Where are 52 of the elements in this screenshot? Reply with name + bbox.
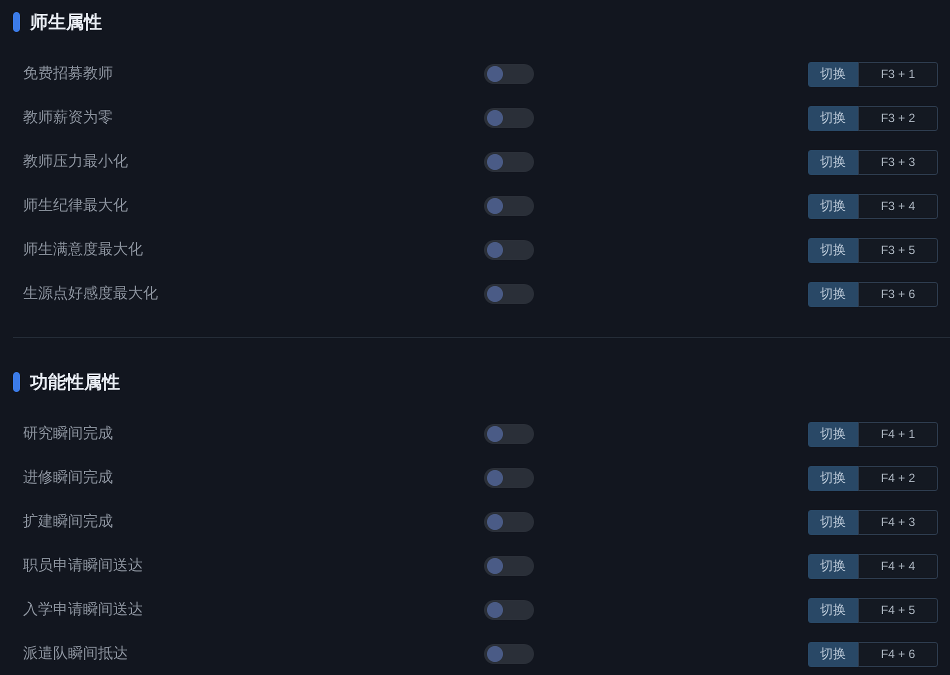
hotkey-label: F4 + 2 — [858, 466, 938, 490]
hotkey-label: F3 + 2 — [858, 106, 938, 130]
switch-button[interactable]: 切换 — [808, 62, 858, 86]
hotkey-label: F3 + 4 — [858, 194, 938, 218]
hotkey-label: F3 + 1 — [858, 62, 938, 86]
switch-button[interactable]: 切换 — [808, 282, 858, 306]
switch-button[interactable]: 切换 — [808, 642, 858, 666]
option-label: 师生纪律最大化 — [22, 196, 129, 216]
option-label: 进修瞬间完成 — [22, 468, 114, 488]
hotkey-label: F4 + 4 — [858, 554, 938, 578]
toggle-switch[interactable] — [484, 556, 534, 576]
toggle-switch[interactable] — [484, 108, 534, 128]
switch-button[interactable]: 切换 — [808, 466, 858, 490]
switch-button[interactable]: 切换 — [808, 194, 858, 218]
switch-button[interactable]: 切换 — [808, 106, 858, 130]
switch-button[interactable]: 切换 — [808, 238, 858, 262]
section-marker — [13, 372, 20, 392]
option-label: 免费招募教师 — [22, 64, 114, 84]
toggle-switch[interactable] — [484, 600, 534, 620]
switch-button[interactable]: 切换 — [808, 510, 858, 534]
option-label: 职员申请瞬间送达 — [22, 556, 144, 576]
section-title: 功能性属性 — [30, 370, 120, 394]
option-label: 生源点好感度最大化 — [22, 284, 159, 304]
option-label: 研究瞬间完成 — [22, 424, 114, 444]
switch-button[interactable]: 切换 — [808, 554, 858, 578]
switch-button[interactable]: 切换 — [808, 422, 858, 446]
section-marker — [13, 12, 20, 32]
section-title: 师生属性 — [30, 10, 102, 34]
option-label: 教师薪资为零 — [22, 108, 114, 128]
toggle-switch[interactable] — [484, 644, 534, 664]
option-label: 教师压力最小化 — [22, 152, 129, 172]
hotkey-label: F4 + 1 — [858, 422, 938, 446]
hotkey-label: F4 + 5 — [858, 598, 938, 622]
toggle-switch[interactable] — [484, 424, 534, 444]
hotkey-label: F3 + 5 — [858, 238, 938, 262]
toggle-switch[interactable] — [484, 64, 534, 84]
toggle-switch[interactable] — [484, 468, 534, 488]
switch-button[interactable]: 切换 — [808, 598, 858, 622]
hotkey-label: F3 + 3 — [858, 150, 938, 174]
option-label: 派遣队瞬间抵达 — [22, 644, 129, 664]
option-label: 师生满意度最大化 — [22, 240, 144, 260]
toggle-switch[interactable] — [484, 196, 534, 216]
toggle-switch[interactable] — [484, 284, 534, 304]
hotkey-label: F4 + 3 — [858, 510, 938, 534]
toggle-switch[interactable] — [484, 240, 534, 260]
switch-button[interactable]: 切换 — [808, 150, 858, 174]
option-label: 扩建瞬间完成 — [22, 512, 114, 532]
option-label: 入学申请瞬间送达 — [22, 600, 144, 620]
toggle-switch[interactable] — [484, 512, 534, 532]
hotkey-label: F3 + 6 — [858, 282, 938, 306]
hotkey-label: F4 + 6 — [858, 642, 938, 666]
toggle-switch[interactable] — [484, 152, 534, 172]
